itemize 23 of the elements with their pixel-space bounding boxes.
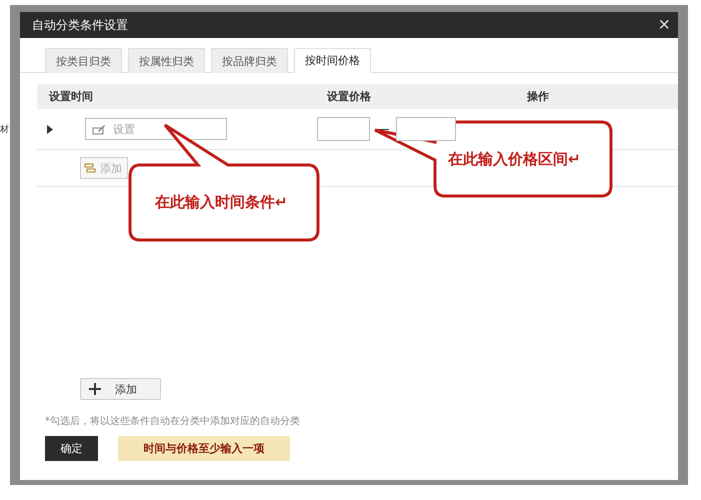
tab[interactable]: 按类目归类	[45, 48, 122, 73]
hint-text: 时间与价格至少输入一项	[118, 436, 290, 461]
callout-text: 在此输入时间条件↵	[155, 193, 288, 212]
plus-icon	[89, 383, 101, 395]
tab[interactable]: 按属性归类	[128, 48, 205, 73]
tab[interactable]: 按品牌归类	[211, 48, 288, 73]
time-field[interactable]: 设置	[85, 118, 227, 140]
column-header: 操作	[527, 89, 550, 104]
add-button[interactable]: 添加	[80, 378, 161, 400]
expand-icon[interactable]	[47, 124, 53, 134]
window-title: 自动分类条件设置	[32, 16, 128, 34]
edit-icon	[92, 124, 106, 135]
column-header: 设置时间	[49, 89, 94, 104]
note-text: *勾选后，将以这些条件自动在分类中添加对应的自动分类	[45, 414, 301, 428]
list-icon	[84, 163, 96, 173]
confirm-button[interactable]: 确定	[45, 436, 98, 461]
close-button[interactable]: ×	[658, 15, 670, 35]
tab[interactable]: 按时间价格	[294, 48, 371, 73]
price-max-field[interactable]	[396, 117, 456, 141]
price-min-field[interactable]	[317, 117, 370, 141]
background-text: 材	[0, 124, 9, 136]
column-header: 设置价格	[327, 89, 372, 104]
callout-text: 在此输入价格区间↵	[448, 150, 581, 169]
